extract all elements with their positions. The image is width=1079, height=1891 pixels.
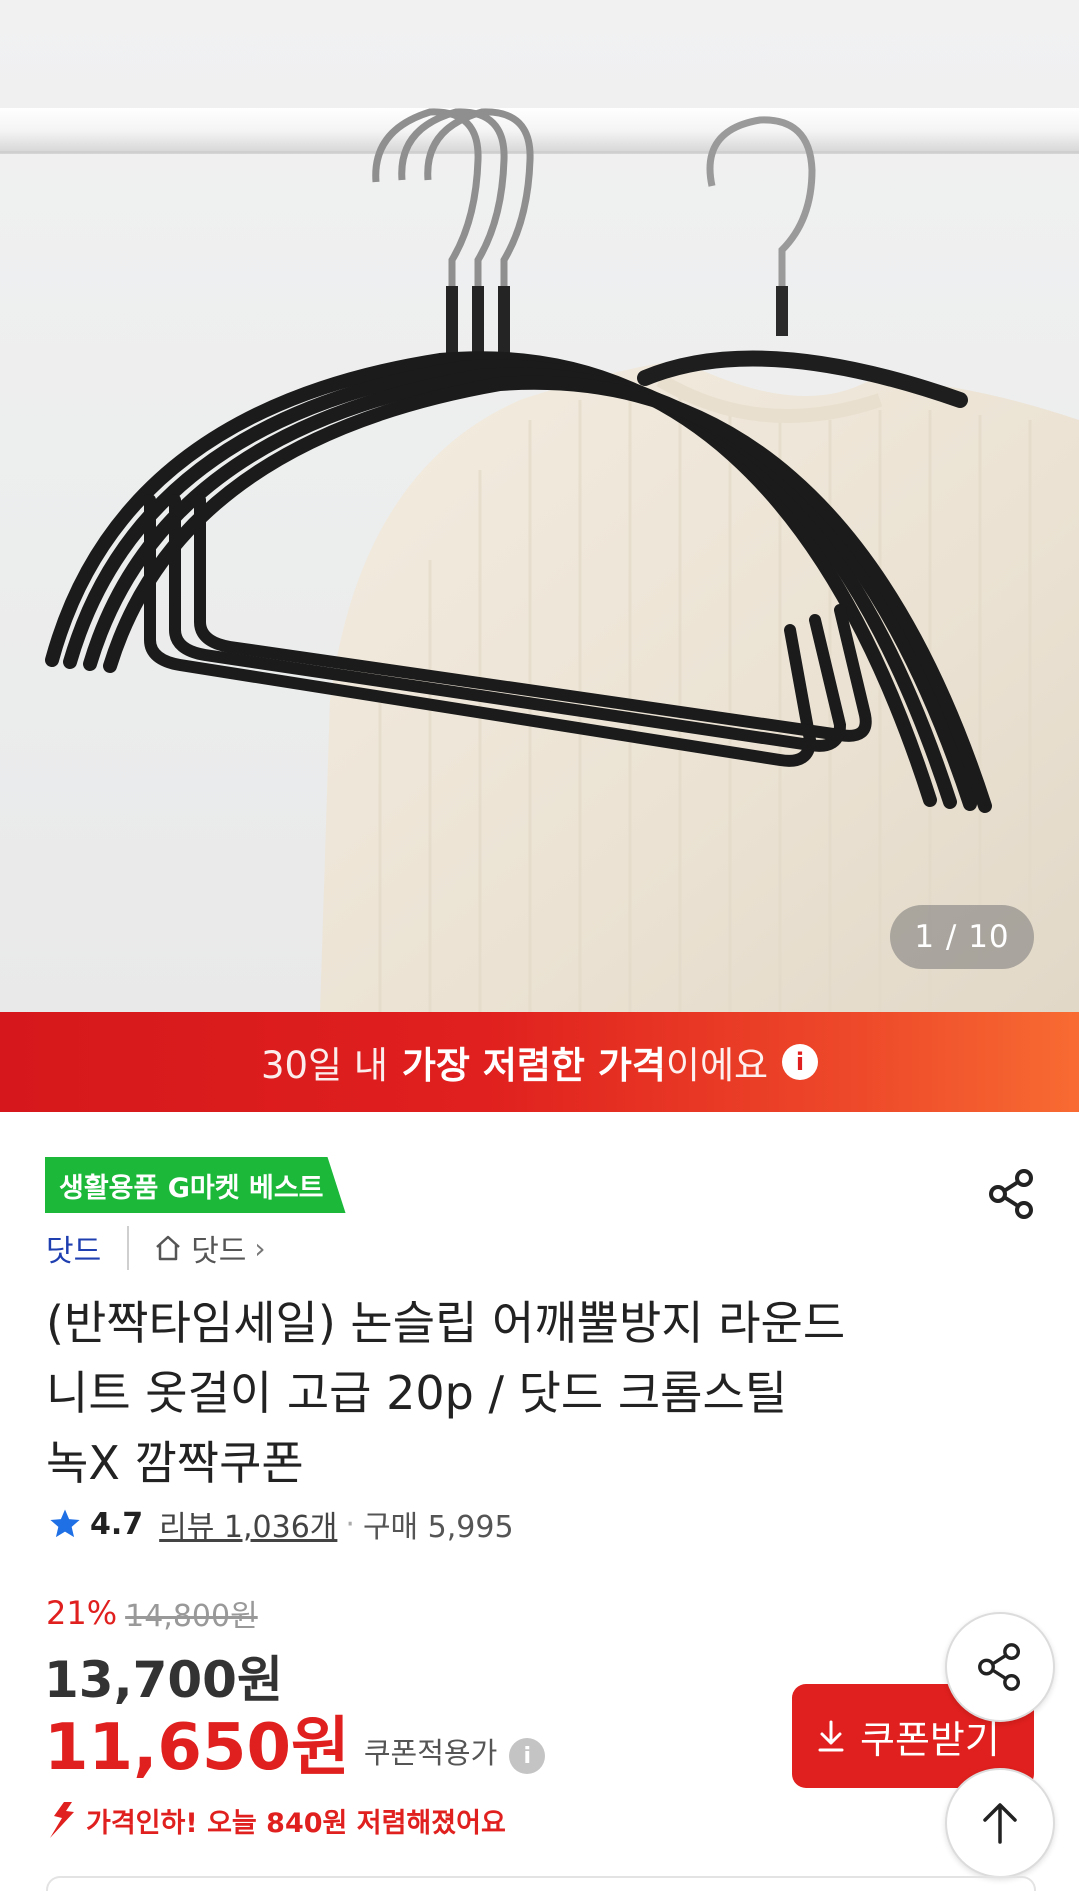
- lowest-price-banner[interactable]: 30일 내 가장 저렴한 가격 이에요 i: [0, 1012, 1079, 1112]
- banner-prefix: 30일 내: [260, 1044, 388, 1087]
- banner-highlight: 가장 저렴한 가격: [401, 1044, 666, 1087]
- title-line: 니트 옷걸이 고급 20p / 닷드 크롬스틸: [46, 1366, 788, 1420]
- product-image-gallery[interactable]: 1 / 10: [0, 0, 1079, 1012]
- price-drop-note: 가격인하! 오늘 840원 저렴해졌어요: [44, 1796, 506, 1844]
- download-icon: [818, 1720, 844, 1752]
- separator-dot: ·: [345, 1506, 355, 1542]
- floating-share-button[interactable]: [945, 1612, 1055, 1722]
- arrow-up-icon: [983, 1803, 1017, 1844]
- rating-score: 4.7: [90, 1506, 144, 1542]
- original-price: 14,800원: [125, 1599, 258, 1634]
- product-photo: [0, 108, 1079, 1012]
- review-count-link[interactable]: 리뷰 1,036개: [159, 1502, 337, 1546]
- discount-rate: 21%: [46, 1594, 118, 1632]
- brand-row: 닷드 닷드 ›: [46, 1225, 266, 1271]
- share-icon[interactable]: [984, 1166, 1040, 1222]
- sale-price: 13,700원: [44, 1651, 283, 1709]
- discount-row: 21% 14,800원: [46, 1590, 258, 1636]
- coupon-price-row: 11,650원 쿠폰적용가 i: [44, 1711, 546, 1785]
- price-drop-text: 가격인하! 오늘 840원 저렴해졌어요: [86, 1807, 506, 1839]
- title-line: (반짝타임세일) 논슬립 어깨뿔방지 라운드: [46, 1296, 846, 1350]
- chevron-right-icon: ›: [254, 1231, 266, 1265]
- product-title: (반짝타임세일) 논슬립 어깨뿔방지 라운드 니트 옷걸이 고급 20p / 닷…: [46, 1288, 1006, 1498]
- coupon-price-label: 쿠폰적용가: [363, 1736, 498, 1770]
- divider: [127, 1226, 130, 1270]
- title-line: 녹X 깜짝쿠폰: [46, 1436, 304, 1490]
- shop-name: 닷드: [191, 1234, 247, 1269]
- home-icon: [156, 1235, 181, 1261]
- best-badge: 생활용품 G마켓 베스트: [45, 1157, 346, 1213]
- image-counter: 1 / 10: [890, 905, 1034, 969]
- next-section-card: [46, 1876, 1036, 1891]
- brand-link[interactable]: 닷드: [46, 1226, 101, 1270]
- down-arrow-icon: [50, 1802, 74, 1838]
- star-icon: [50, 1509, 80, 1538]
- info-icon[interactable]: i: [782, 1044, 819, 1080]
- rating-row: 4.7 리뷰 1,036개 · 구매 5,995: [48, 1502, 514, 1546]
- shop-link[interactable]: 닷드 ›: [153, 1226, 266, 1270]
- scroll-to-top-button[interactable]: [945, 1768, 1055, 1878]
- banner-suffix: 이에요: [665, 1044, 769, 1087]
- coupon-price: 11,650원: [44, 1711, 350, 1785]
- purchase-count: 구매 5,995: [362, 1510, 514, 1545]
- share-icon: [978, 1643, 1021, 1691]
- info-icon[interactable]: i: [509, 1738, 546, 1774]
